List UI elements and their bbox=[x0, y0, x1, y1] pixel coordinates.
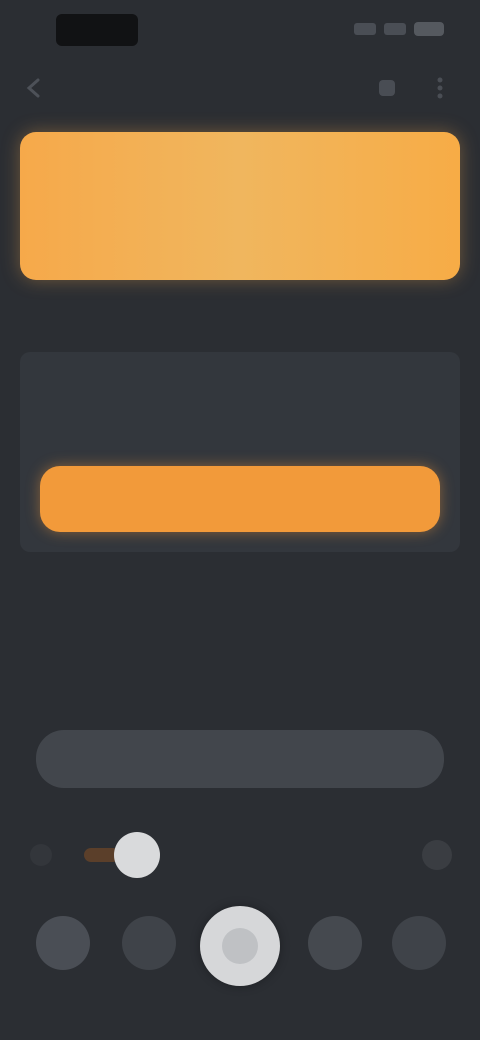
signal-icon bbox=[354, 23, 376, 35]
status-time bbox=[56, 14, 138, 46]
settings-label bbox=[384, 976, 454, 990]
gallery-icon[interactable] bbox=[36, 916, 90, 970]
page-title bbox=[170, 74, 310, 102]
status-icons bbox=[354, 22, 444, 36]
overflow-icon[interactable] bbox=[428, 74, 452, 102]
more-icon[interactable] bbox=[372, 74, 402, 102]
primary-action-button[interactable] bbox=[40, 466, 440, 532]
promo-card[interactable] bbox=[20, 132, 460, 280]
promo-subtext bbox=[170, 212, 350, 234]
status-bar bbox=[0, 0, 480, 56]
battery-icon bbox=[414, 22, 444, 36]
message-input[interactable] bbox=[36, 730, 444, 788]
app-screen bbox=[0, 0, 480, 1040]
gallery-label bbox=[28, 976, 98, 990]
mode-selector bbox=[0, 826, 480, 882]
shutter-button[interactable] bbox=[200, 906, 280, 986]
settings-icon[interactable] bbox=[392, 916, 446, 970]
bottom-controls bbox=[0, 900, 480, 1010]
mode-option-right[interactable] bbox=[422, 840, 452, 870]
flash-icon[interactable] bbox=[122, 916, 176, 970]
panel-description bbox=[52, 382, 428, 434]
back-icon[interactable] bbox=[22, 76, 48, 100]
top-app-bar bbox=[0, 62, 480, 114]
camera-icon[interactable] bbox=[308, 916, 362, 970]
flash-label bbox=[114, 976, 184, 990]
section-label bbox=[24, 304, 84, 330]
mode-active-button[interactable] bbox=[114, 832, 160, 878]
shutter-icon bbox=[222, 928, 258, 964]
mode-option-left[interactable] bbox=[30, 844, 52, 866]
promo-heading bbox=[130, 158, 390, 176]
wifi-icon bbox=[384, 23, 406, 35]
info-panel bbox=[20, 352, 460, 552]
camera-label bbox=[300, 976, 370, 990]
